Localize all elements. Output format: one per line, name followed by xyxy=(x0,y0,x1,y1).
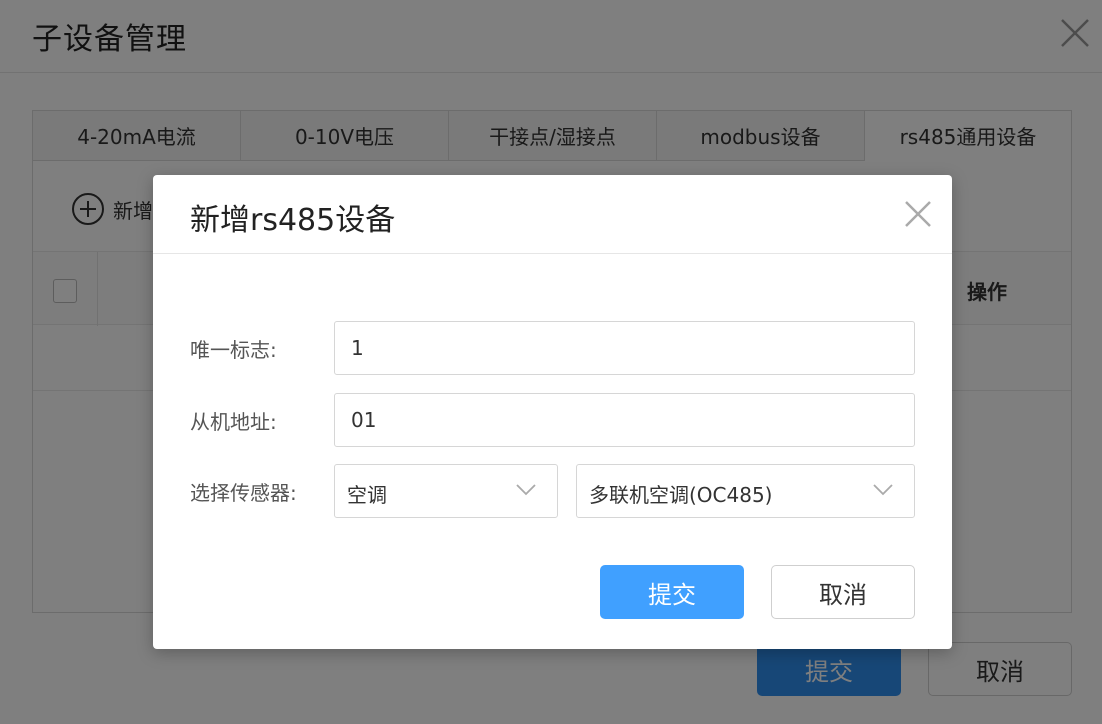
sensor-type-value: 空调 xyxy=(347,483,387,507)
sensor-type-select[interactable]: 空调 xyxy=(334,464,558,518)
sensor-model-value: 多联机空调(OC485) xyxy=(589,483,773,507)
sensor-model-select[interactable]: 多联机空调(OC485) xyxy=(576,464,915,518)
dialog-title: 新增rs485设备 xyxy=(190,203,396,238)
unique-id-row: 唯一标志: xyxy=(153,321,952,375)
dialog-header: 新增rs485设备 xyxy=(153,175,952,254)
slave-address-label: 从机地址: xyxy=(190,410,277,434)
slave-address-row: 从机地址: xyxy=(153,393,952,447)
chevron-down-icon xyxy=(516,484,536,496)
slave-address-input[interactable] xyxy=(334,393,915,447)
add-rs485-device-dialog: 新增rs485设备 唯一标志: 从机地址: 选择传感器: 空调 多联机空调(OC… xyxy=(153,175,952,649)
sensor-label: 选择传感器: xyxy=(190,481,297,505)
chevron-down-icon xyxy=(873,484,893,496)
sensor-select-row: 选择传感器: 空调 多联机空调(OC485) xyxy=(153,464,952,518)
cancel-button[interactable]: 取消 xyxy=(771,565,915,619)
submit-button[interactable]: 提交 xyxy=(600,565,744,619)
unique-id-input[interactable] xyxy=(334,321,915,375)
close-icon[interactable] xyxy=(901,197,935,231)
unique-id-label: 唯一标志: xyxy=(190,338,277,362)
